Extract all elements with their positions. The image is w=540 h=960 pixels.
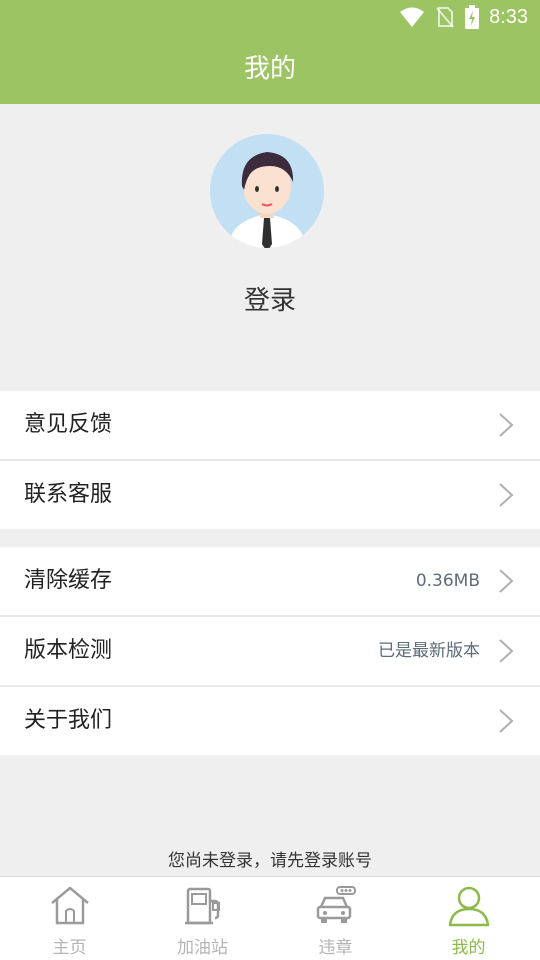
tab-label: 加油站: [177, 938, 228, 958]
chevron-right-icon: [499, 483, 514, 507]
user-icon: [448, 886, 490, 927]
status-time: 8:33: [489, 5, 528, 28]
menu-item-label: 意见反馈: [24, 412, 113, 437]
menu-item-about-us[interactable]: 关于我们: [0, 687, 540, 755]
tab-label: 主页: [52, 938, 87, 958]
menu-item-label: 关于我们: [24, 708, 113, 733]
profile-section: 登录: [0, 104, 540, 390]
tab-label: 违章: [318, 938, 353, 958]
chevron-right-icon: [499, 569, 514, 593]
avatar-person-icon: [210, 134, 324, 248]
chevron-right-icon: [499, 709, 514, 733]
login-label[interactable]: 登录: [0, 280, 540, 317]
version-status-value: 已是最新版本: [378, 641, 480, 661]
tab-violations[interactable]: 违章: [268, 877, 403, 960]
menu-item-label: 联系客服: [24, 482, 113, 507]
tab-label: 我的: [451, 938, 486, 958]
bottom-tab-bar: 主页 加油站 违章 我的: [0, 876, 540, 960]
wifi-icon: [400, 7, 425, 27]
menu-item-label: 版本检测: [24, 638, 113, 663]
tab-mine[interactable]: 我的: [401, 877, 536, 960]
battery-charging-icon: [465, 5, 480, 29]
status-icons: 8:33: [399, 5, 528, 29]
home-icon: [51, 886, 89, 925]
avatar[interactable]: [210, 134, 324, 248]
page-title: 我的: [243, 54, 296, 84]
tab-home[interactable]: 主页: [2, 877, 137, 960]
chevron-right-icon: [499, 413, 514, 437]
menu-item-contact-support[interactable]: 联系客服: [0, 461, 540, 529]
no-sim-icon: [436, 7, 454, 28]
status-bar: 8:33: [0, 0, 540, 34]
menu-item-version-check[interactable]: 版本检测 已是最新版本: [0, 617, 540, 685]
login-notice: 您尚未登录，请先登录账号: [168, 851, 372, 871]
tab-gas-station[interactable]: 加油站: [135, 877, 270, 960]
app-bar: 我的: [0, 34, 540, 104]
menu-item-clear-cache[interactable]: 清除缓存 0.36MB: [0, 547, 540, 615]
menu-item-label: 清除缓存: [24, 568, 113, 593]
menu-item-feedback[interactable]: 意见反馈: [0, 391, 540, 459]
chevron-right-icon: [499, 639, 514, 663]
gas-pump-icon: [185, 887, 220, 925]
cache-size-value: 0.36MB: [415, 571, 480, 591]
car-icon: [316, 886, 356, 923]
